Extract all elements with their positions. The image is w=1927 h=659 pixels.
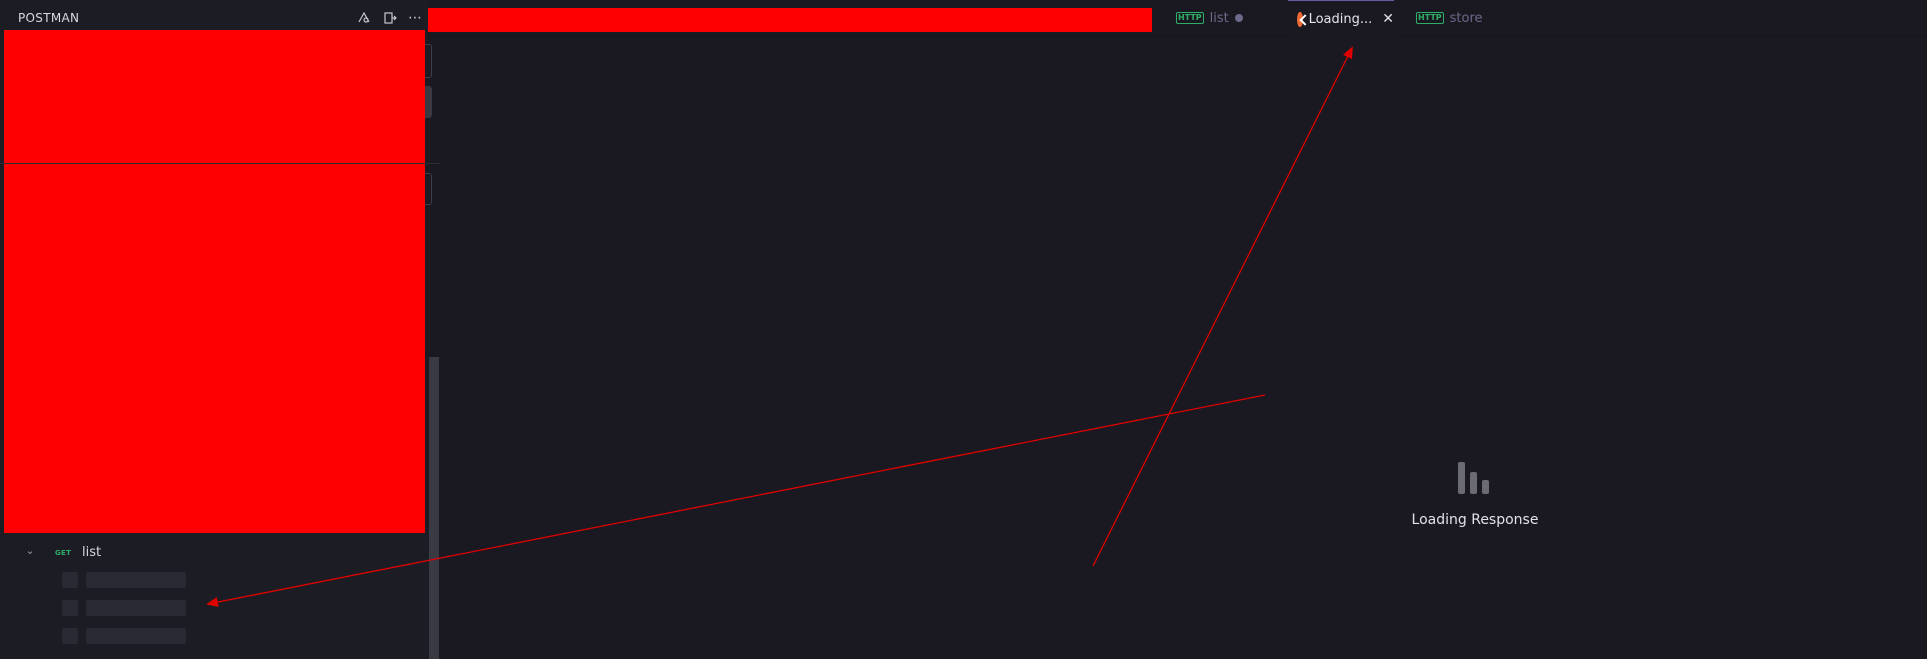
skeleton-icon [62, 628, 78, 644]
close-icon[interactable]: ✕ [1382, 12, 1394, 26]
import-icon[interactable] [381, 9, 399, 27]
tab-label: store [1449, 10, 1483, 26]
tab-loading[interactable]: Loading... ✕ [1288, 0, 1394, 37]
skeleton-bar [86, 628, 186, 644]
skeleton-bar [86, 572, 186, 588]
redacted-tab-region [428, 8, 1152, 32]
cookie-icon-svg [358, 11, 370, 23]
divider [0, 163, 440, 164]
import-icon-svg [384, 12, 397, 24]
app-window: POSTMAN ⋯ ⌄ GET list HTTP list Loading..… [0, 0, 1927, 659]
unsaved-dot-icon [1234, 14, 1243, 22]
skeleton-icon [62, 572, 78, 588]
method-badge: GET [55, 549, 72, 557]
postman-logo-icon [1297, 11, 1303, 27]
http-icon: HTTP [1416, 12, 1444, 24]
loading-response-text: Loading Response [1411, 512, 1539, 528]
skeleton-icon [62, 600, 78, 616]
loading-spinner-icon [1458, 460, 1492, 494]
tab-label: list [1209, 10, 1229, 26]
chevron-down-icon[interactable]: ⌄ [24, 545, 36, 557]
sidebar: POSTMAN ⋯ ⌄ GET list [0, 0, 440, 659]
skeleton-bar [86, 600, 186, 616]
more-icon[interactable]: ⋯ [406, 9, 424, 27]
cookie-icon[interactable] [355, 9, 373, 27]
annotation-arrow [1092, 46, 1353, 567]
tree-request-name[interactable]: list [82, 545, 101, 560]
sidebar-title: POSTMAN [18, 11, 80, 25]
tab-bar: HTTP list Loading... ✕ HTTP store [428, 0, 1927, 37]
http-icon: HTTP [1176, 12, 1204, 24]
tab-list[interactable]: HTTP list [1176, 0, 1243, 36]
tab-label: Loading... [1308, 11, 1373, 27]
tab-store[interactable]: HTTP store [1416, 0, 1483, 36]
sidebar-scroll-thumb[interactable] [429, 357, 439, 659]
redacted-region [4, 30, 425, 533]
